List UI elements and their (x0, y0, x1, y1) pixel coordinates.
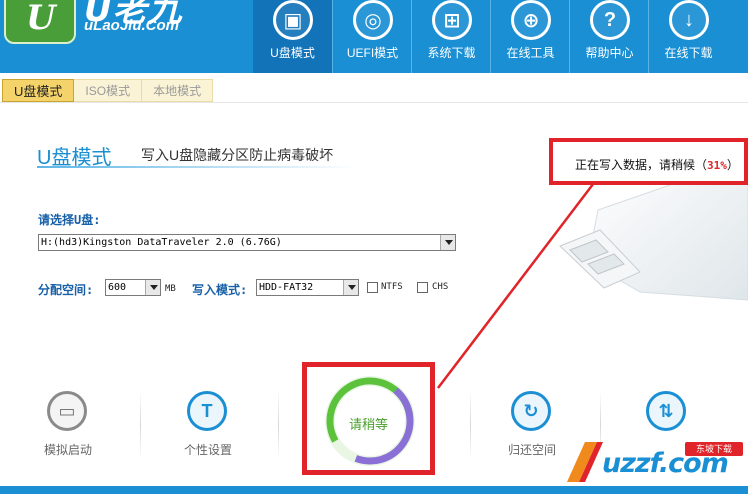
divider (140, 390, 141, 460)
ntfs-label: NTFS (381, 282, 403, 292)
nav-system-download[interactable]: ⊞ 系统下载 (411, 0, 490, 73)
nav-help-center[interactable]: ? 帮助中心 (569, 0, 648, 73)
watermark-badge: 东坡下载 (685, 442, 743, 456)
write-mode-label: 写入模式: (192, 283, 248, 297)
chs-label: CHS (432, 282, 449, 292)
progress-percent: 31% (707, 159, 727, 172)
globe-icon: ⊕ (511, 0, 551, 40)
main-nav: ▣ U盘模式 ◎ UEFI模式 ⊞ 系统下载 ⊕ 在线工具 ? 帮助中心 ↓ 在… (253, 0, 727, 73)
divider (470, 390, 471, 460)
ntfs-checkbox[interactable] (367, 282, 378, 293)
personalize-label: 个性设置 (183, 443, 232, 457)
nav-label: U盘模式 (270, 46, 315, 60)
page-subtitle: 写入U盘隐藏分区防止病毒破坏 (141, 147, 334, 163)
nav-label: 在线工具 (506, 46, 555, 60)
logo-mark: U (26, 0, 56, 38)
tab-usb-mode[interactable]: U盘模式 (2, 79, 75, 102)
restore-space-label: 归还空间 (507, 443, 556, 457)
write-mode-select[interactable]: HDD-FAT32 (256, 279, 359, 296)
tab-divider (0, 102, 748, 103)
nav-label: 帮助中心 (585, 46, 634, 60)
up-down-arrows-icon: ⇅ (646, 391, 686, 431)
chevron-down-icon[interactable] (440, 235, 455, 250)
disk-select-value: H:(hd3)Kingston DataTraveler 2.0 (6.76G) (41, 237, 282, 248)
help-icon: ? (590, 0, 630, 40)
wait-label: 请稍等 (349, 417, 389, 432)
download-icon: ↓ (669, 0, 709, 40)
nav-label: 系统下载 (427, 46, 476, 60)
highlight-arrow (437, 170, 604, 389)
status-bar (0, 486, 748, 494)
status-message: 正在写入数据，请稍候（ (575, 158, 708, 172)
write-mode-value: HDD-FAT32 (259, 282, 314, 293)
alloc-space-label: 分配空间: (38, 283, 94, 297)
app-header: U U老九 uLaoJiu.Com ▣ U盘模式 ◎ UEFI模式 ⊞ 系统下载… (0, 0, 748, 73)
mode-tabs: U盘模式 ISO模式 本地模式 (2, 79, 214, 102)
tab-local-mode[interactable]: 本地模式 (142, 79, 214, 102)
divider (278, 390, 279, 460)
monitor-icon: ▭ (47, 391, 87, 431)
logo-url: uLaoJiu.Com (84, 17, 180, 34)
alloc-unit: MB (165, 284, 176, 294)
nav-label: UEFI模式 (346, 46, 399, 60)
chevron-down-icon[interactable] (343, 280, 358, 295)
chevron-down-icon[interactable] (145, 280, 160, 295)
alloc-space-select[interactable]: 600 (105, 279, 161, 296)
title-underline (37, 166, 357, 168)
logo-icon: U (4, 0, 76, 44)
shirt-icon: T (187, 391, 227, 431)
disk-select[interactable]: H:(hd3)Kingston DataTraveler 2.0 (6.76G) (38, 234, 456, 251)
tab-iso-mode[interactable]: ISO模式 (74, 79, 143, 102)
status-text: 正在写入数据，请稍候（31%） (575, 156, 739, 173)
personalize-button[interactable]: T 个性设置 (163, 388, 253, 468)
status-box: 正在写入数据，请稍候（31%） (549, 138, 748, 185)
chs-checkbox[interactable] (417, 282, 428, 293)
nav-online-tools[interactable]: ⊕ 在线工具 (490, 0, 569, 73)
restore-space-button[interactable]: ↻ 归还空间 (487, 388, 577, 468)
status-close: ） (726, 158, 739, 172)
nav-online-download[interactable]: ↓ 在线下载 (648, 0, 727, 73)
simulate-boot-label: 模拟启动 (43, 443, 92, 457)
simulate-boot-button[interactable]: ▭ 模拟启动 (23, 388, 113, 468)
disc-icon: ◎ (353, 0, 393, 40)
select-disk-label: 请选择U盘: (38, 213, 101, 227)
windows-icon: ⊞ (432, 0, 472, 40)
alloc-space-value: 600 (108, 282, 127, 293)
nav-label: 在线下载 (664, 46, 713, 60)
usb-disk-icon: ▣ (273, 0, 313, 40)
nav-usb-mode[interactable]: ▣ U盘模式 (253, 0, 332, 73)
refresh-icon: ↻ (511, 391, 551, 431)
nav-uefi-mode[interactable]: ◎ UEFI模式 (332, 0, 411, 73)
